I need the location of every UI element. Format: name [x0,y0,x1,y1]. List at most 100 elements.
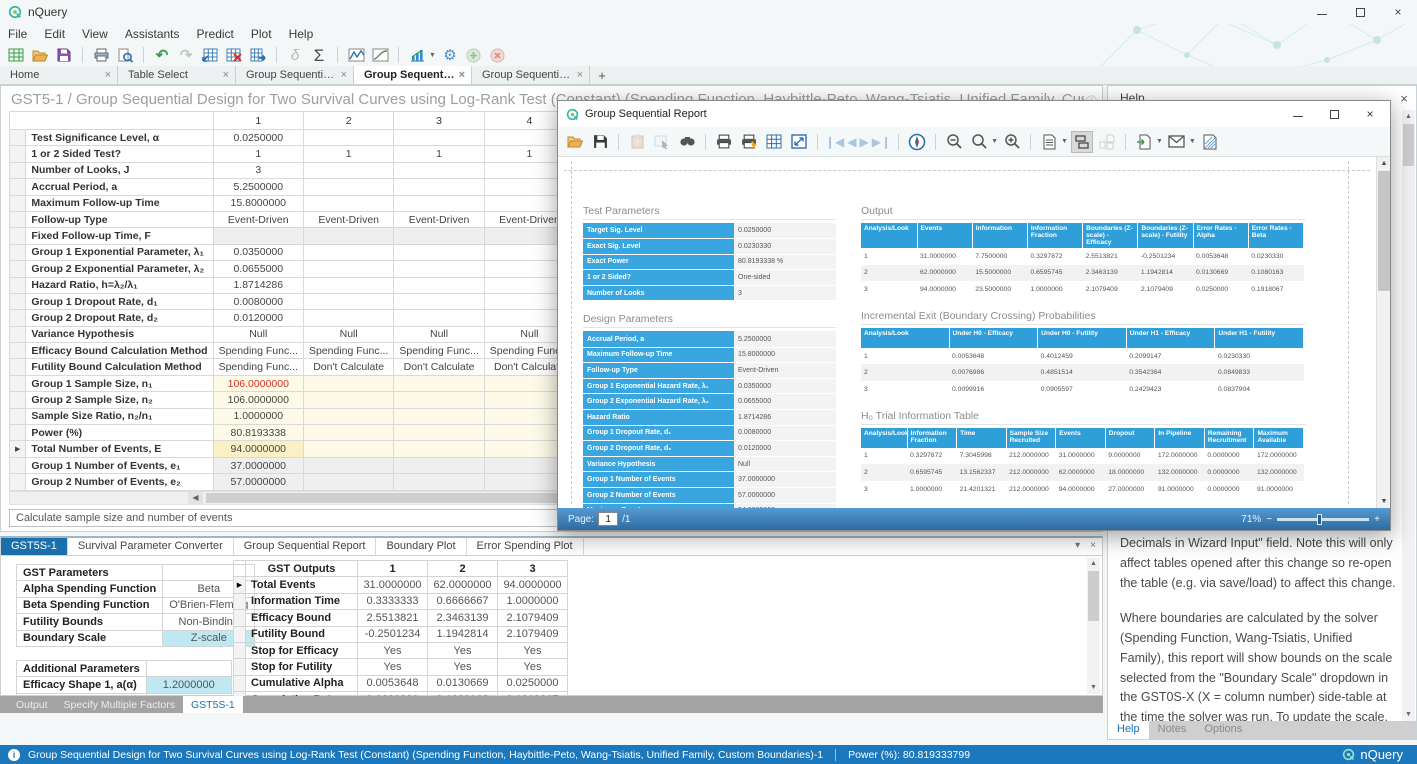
tab-group-sequential-desi[interactable]: Group Sequential Desi× [236,66,354,84]
grid-cell[interactable]: Event-Driven [213,211,303,227]
grid-cell[interactable]: Don't Calculate [303,359,393,375]
line-plot-icon[interactable] [346,46,366,64]
scroll-down-arrow[interactable]: ▼ [1402,708,1415,721]
grid-cell[interactable] [394,310,484,326]
tab-table-select[interactable]: Table Select× [118,66,236,84]
output-cell[interactable]: 0.0053648 [358,675,428,691]
scroll-up-arrow[interactable]: ▲ [1402,110,1415,123]
select-content-icon[interactable] [651,131,673,153]
bottom-tab-output[interactable]: Output [8,696,56,713]
tab-close-icon[interactable]: × [577,69,583,81]
open-icon[interactable] [564,131,586,153]
panel-close-icon[interactable]: × [1090,540,1096,551]
side-tab-gst5s-1[interactable]: GST5S-1 [1,538,68,555]
fill-table-icon[interactable] [200,46,220,64]
report-scrollbar[interactable]: ▲ ▼ [1376,157,1390,508]
grid-cell[interactable]: Spending Func... [303,343,393,359]
grid-cell[interactable] [303,457,393,473]
side-tab-group-sequential-report[interactable]: Group Sequential Report [234,538,377,555]
grid-cell[interactable] [303,162,393,178]
side-panel-scrollbar[interactable]: ▲ ▼ [1087,558,1100,694]
parameters-icon[interactable]: ? [626,131,648,153]
grid-cell[interactable] [303,408,393,424]
grid-cell[interactable] [394,261,484,277]
grid-cell[interactable] [394,375,484,391]
zoom-minus-button[interactable]: − [1266,514,1272,525]
grid-cell[interactable]: Event-Driven [394,211,484,227]
grid-cell[interactable] [394,474,484,490]
grid-cell[interactable]: Null [303,326,393,342]
grid-cell[interactable]: Spending Func... [394,343,484,359]
document-options-caret[interactable]: ▼ [1061,138,1068,145]
grid-cell[interactable] [303,392,393,408]
nav-last-page-icon[interactable]: ▶❙ [872,135,891,149]
grid-cell[interactable] [394,392,484,408]
grid-cell[interactable]: 15.8000000 [213,195,303,211]
help-tab-help[interactable]: Help [1108,721,1149,739]
tab-close-icon[interactable]: × [105,69,111,81]
grid-cell[interactable]: Event-Driven [303,211,393,227]
scroll-left-arrow[interactable]: ◀ [188,492,203,504]
scrollbar-thumb[interactable] [1403,124,1414,166]
gst-parameters-table[interactable]: GST ParametersAlpha Spending FunctionBet… [16,564,255,647]
transfer-table-icon[interactable] [248,46,268,64]
output-cell[interactable]: 1.1942814 [428,626,498,642]
report-title-bar[interactable]: Group Sequential Report × [558,101,1390,127]
output-cell[interactable]: Yes [498,642,568,658]
print-icon[interactable] [713,131,735,153]
scrollbar-thumb[interactable] [1378,171,1390,291]
zoom-plus-button[interactable]: + [1374,514,1380,525]
grid-cell[interactable] [303,441,393,457]
grid-cell[interactable]: 37.0000000 [213,457,303,473]
settings-gear-icon[interactable]: ⚙ [440,46,460,64]
grid-cell[interactable] [394,277,484,293]
print-preview-icon[interactable] [115,46,135,64]
output-cell[interactable]: 0.6666667 [428,593,498,609]
page-number-input[interactable] [598,512,618,526]
output-cell[interactable]: 31.0000000 [358,577,428,593]
menu-assistants[interactable]: Assistants [125,27,180,41]
find-icon[interactable] [676,131,698,153]
side-tab-boundary-plot[interactable]: Boundary Plot [376,538,466,555]
grid-cell[interactable]: 1 [394,146,484,162]
grid-cell[interactable]: 1 [303,146,393,162]
grid-cell[interactable]: 80.8193338 [213,425,303,441]
output-cell[interactable]: 0.0250000 [498,675,568,691]
grid-cell[interactable] [394,244,484,260]
scroll-up-arrow[interactable]: ▲ [1377,157,1391,170]
output-cell[interactable]: Yes [358,642,428,658]
export-icon[interactable] [1133,131,1155,153]
output-cell[interactable]: 2.3463139 [428,610,498,626]
new-tab-button[interactable]: + [590,66,614,84]
tab-group-sequential-desi[interactable]: Group Sequential Desi× [354,66,472,84]
help-tab-options[interactable]: Options [1195,721,1251,739]
page-grid-icon[interactable] [763,131,785,153]
grid-cell[interactable] [394,441,484,457]
email-dropdown-caret[interactable]: ▼ [1189,138,1196,145]
grid-cell[interactable] [394,293,484,309]
output-cell[interactable]: Yes [428,642,498,658]
open-icon[interactable] [30,46,50,64]
zoom-in-icon[interactable] [1001,131,1023,153]
fit-page-icon[interactable] [788,131,810,153]
grid-cell[interactable]: Spending Func... [213,359,303,375]
grid-cell[interactable]: Don't Calculate [394,359,484,375]
zoom-dropdown-caret[interactable]: ▼ [991,138,998,145]
minimize-button[interactable] [1280,101,1316,127]
scroll-up-arrow[interactable]: ▲ [1087,558,1100,570]
grid-cell[interactable] [394,179,484,195]
side-tab-error-spending-plot[interactable]: Error Spending Plot [467,538,584,555]
scroll-down-arrow[interactable]: ▼ [1377,495,1391,508]
tab-close-icon[interactable]: × [459,69,465,81]
zoom-slider-thumb[interactable] [1317,514,1322,525]
multiple-pages-icon[interactable] [1096,131,1118,153]
print-icon[interactable] [91,46,111,64]
output-cell[interactable]: 0.3333333 [358,593,428,609]
grid-cell[interactable]: Spending Func... [213,343,303,359]
grid-cell[interactable]: 0.0120000 [213,310,303,326]
close-button[interactable]: × [1379,0,1417,24]
menu-view[interactable]: View [82,27,108,41]
column-header[interactable]: 3 [498,561,568,577]
gst-outputs-table[interactable]: GST Outputs123▶Total Events31.000000062.… [233,560,568,709]
grid-cell[interactable] [303,310,393,326]
